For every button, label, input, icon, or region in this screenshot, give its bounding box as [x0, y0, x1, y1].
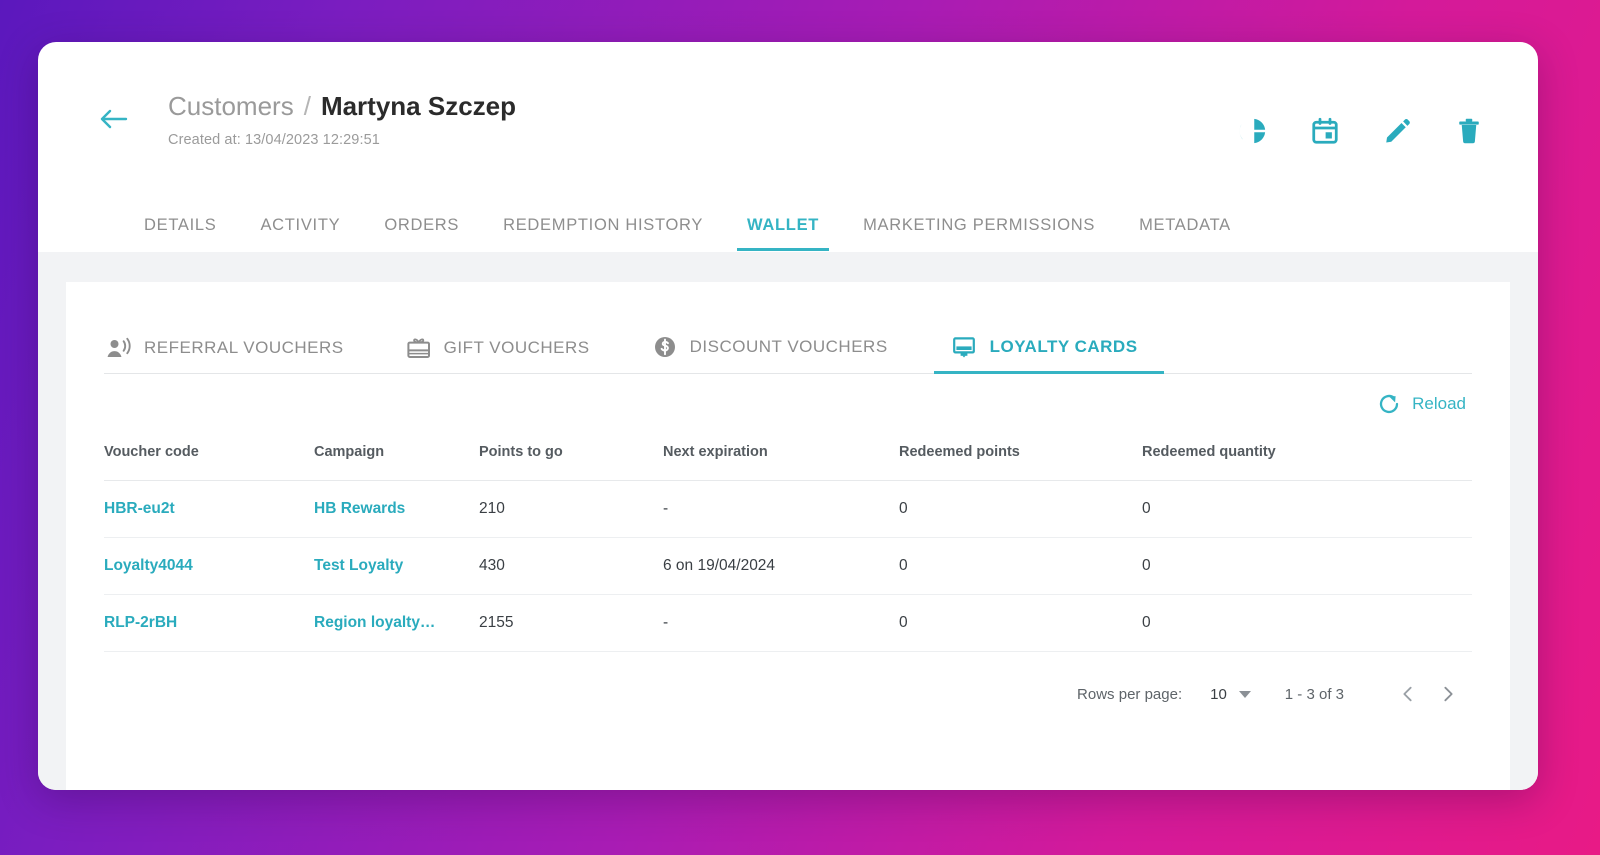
rows-per-page-value: 10 [1210, 686, 1227, 703]
pagination-bar: Rows per page: 10 1 - 3 of 3 [104, 652, 1472, 714]
page-title: Martyna Szczep [321, 90, 516, 122]
analytics-button[interactable] [1236, 114, 1270, 148]
previous-page-button[interactable] [1388, 674, 1428, 714]
table-head: Voucher code Campaign Points to go Next … [104, 422, 1472, 481]
rows-per-page-select[interactable]: 10 [1210, 686, 1251, 703]
chevron-down-icon [1239, 691, 1251, 698]
tab-marketing-permissions[interactable]: MARKETING PERMISSIONS [841, 216, 1117, 251]
cell-next-expiration: - [663, 595, 899, 652]
cell-voucher-code[interactable]: RLP-2rBH [104, 595, 314, 652]
cell-redeemed-points: 0 [899, 595, 1142, 652]
title-block: Customers / Martyna Szczep Created at: 1… [168, 90, 516, 148]
cell-redeemed-points: 0 [899, 481, 1142, 538]
breadcrumb-separator: / [304, 90, 311, 122]
table-row[interactable]: Loyalty4044 Test Loyalty 430 6 on 19/04/… [104, 538, 1472, 595]
cell-points-to-go: 2155 [479, 595, 663, 652]
cell-campaign[interactable]: Test Loyalty [314, 538, 479, 595]
wallet-subtab-bar: REFERRAL VOUCHERS GIFT VOUCHERS [104, 282, 1472, 374]
tab-details[interactable]: DETAILS [122, 216, 238, 251]
subtab-label: DISCOUNT VOUCHERS [690, 337, 888, 357]
chevron-left-icon [1398, 684, 1418, 704]
cell-campaign[interactable]: HB Rewards [314, 481, 479, 538]
table-toolbar: Reload [104, 374, 1472, 422]
reload-label: Reload [1412, 394, 1466, 414]
next-page-button[interactable] [1428, 674, 1468, 714]
calendar-button[interactable] [1308, 114, 1342, 148]
tab-orders[interactable]: ORDERS [362, 216, 481, 251]
cell-redeemed-quantity: 0 [1142, 481, 1472, 538]
tab-wallet[interactable]: WALLET [725, 216, 841, 251]
page-header: Customers / Martyna Szczep Created at: 1… [38, 42, 1538, 190]
edit-button[interactable] [1380, 114, 1414, 148]
subtab-label: LOYALTY CARDS [990, 337, 1138, 357]
breadcrumb: Customers / Martyna Szczep [168, 90, 516, 122]
wallet-panel: REFERRAL VOUCHERS GIFT VOUCHERS [66, 282, 1510, 790]
column-header-voucher-code[interactable]: Voucher code [104, 422, 314, 481]
pencil-icon [1382, 116, 1412, 146]
tab-activity[interactable]: ACTIVITY [238, 216, 362, 251]
tab-metadata[interactable]: METADATA [1117, 216, 1253, 251]
pie-chart-icon [1238, 116, 1268, 146]
subtab-gift-vouchers[interactable]: GIFT VOUCHERS [404, 337, 616, 373]
column-header-redeemed-points[interactable]: Redeemed points [899, 422, 1142, 481]
breadcrumb-parent-link[interactable]: Customers [168, 90, 294, 122]
content-well: REFERRAL VOUCHERS GIFT VOUCHERS [38, 252, 1538, 790]
cell-points-to-go: 430 [479, 538, 663, 595]
subtab-label: GIFT VOUCHERS [444, 338, 590, 358]
cell-redeemed-quantity: 0 [1142, 538, 1472, 595]
calendar-icon [1310, 116, 1340, 146]
chevron-right-icon [1438, 684, 1458, 704]
cell-redeemed-points: 0 [899, 538, 1142, 595]
person-broadcast-icon [106, 337, 132, 359]
column-header-campaign[interactable]: Campaign [314, 422, 479, 481]
cell-next-expiration: - [663, 481, 899, 538]
column-header-next-expiration[interactable]: Next expiration [663, 422, 899, 481]
table-header-row: Voucher code Campaign Points to go Next … [104, 422, 1472, 481]
table-body: HBR-eu2t HB Rewards 210 - 0 0 Loyalty404… [104, 481, 1472, 652]
cell-campaign[interactable]: Region loyalty… [314, 595, 479, 652]
column-header-points-to-go[interactable]: Points to go [479, 422, 663, 481]
subtab-discount-vouchers[interactable]: DISCOUNT VOUCHERS [650, 335, 914, 373]
subtab-loyalty-cards[interactable]: LOYALTY CARDS [948, 335, 1164, 373]
table-row[interactable]: HBR-eu2t HB Rewards 210 - 0 0 [104, 481, 1472, 538]
delete-button[interactable] [1452, 114, 1486, 148]
cell-points-to-go: 210 [479, 481, 663, 538]
loyalty-cards-table: Voucher code Campaign Points to go Next … [104, 422, 1472, 652]
subtab-label: REFERRAL VOUCHERS [144, 338, 344, 358]
cell-next-expiration: 6 on 19/04/2024 [663, 538, 899, 595]
loyalty-card-icon [950, 335, 978, 359]
table-row[interactable]: RLP-2rBH Region loyalty… 2155 - 0 0 [104, 595, 1472, 652]
customer-detail-window: Customers / Martyna Szczep Created at: 1… [38, 42, 1538, 790]
column-header-redeemed-quantity[interactable]: Redeemed quantity [1142, 422, 1472, 481]
trash-icon [1454, 116, 1484, 146]
gift-card-icon [406, 337, 432, 359]
cell-voucher-code[interactable]: HBR-eu2t [104, 481, 314, 538]
subtab-referral-vouchers[interactable]: REFERRAL VOUCHERS [104, 337, 370, 373]
created-at-text: Created at: 13/04/2023 12:29:51 [168, 132, 516, 148]
dollar-coin-icon [652, 335, 678, 359]
cell-campaign-text: Region loyalty… [314, 614, 435, 632]
arrow-left-icon [99, 107, 129, 131]
primary-tab-bar: DETAILS ACTIVITY ORDERS REDEMPTION HISTO… [38, 190, 1538, 252]
reload-button[interactable]: Reload [1377, 392, 1466, 416]
cell-redeemed-quantity: 0 [1142, 595, 1472, 652]
cell-voucher-code[interactable]: Loyalty4044 [104, 538, 314, 595]
pagination-range: 1 - 3 of 3 [1285, 686, 1344, 703]
tab-redemption-history[interactable]: REDEMPTION HISTORY [481, 216, 725, 251]
refresh-icon [1377, 392, 1401, 416]
header-action-bar [1236, 114, 1486, 148]
back-button[interactable] [93, 98, 135, 140]
rows-per-page-label: Rows per page: [1077, 686, 1182, 703]
